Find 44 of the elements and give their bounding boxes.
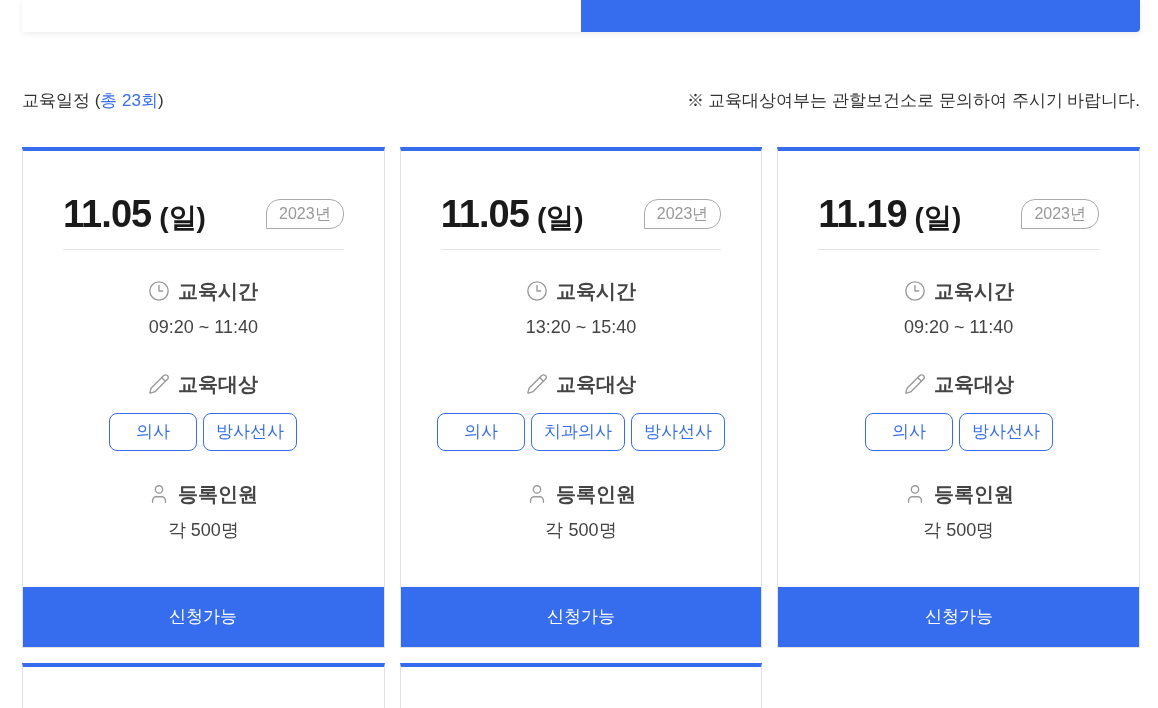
clock-icon: [526, 280, 548, 302]
tab[interactable]: [22, 0, 581, 32]
section-title: 등록인원: [933, 482, 1014, 507]
target-tag: 의사: [109, 413, 198, 451]
pencil-icon: [148, 373, 171, 395]
section-title: 교육시간: [178, 279, 259, 304]
year-badge: 2023년: [643, 199, 722, 229]
section-value: 09:20 ~ 11:40: [148, 316, 258, 339]
section-title: 교육대상: [556, 372, 636, 397]
apply-button[interactable]: 신청가능: [400, 587, 762, 647]
section-value: 09:20 ~ 11:40: [904, 316, 1014, 339]
weekday: (일): [536, 204, 584, 232]
section-title: 교육시간: [556, 279, 636, 304]
target-tag: 방사선사: [203, 413, 298, 451]
date: 11.05: [63, 195, 152, 233]
date: 11.19: [818, 195, 907, 233]
year-badge: 2023년: [1021, 199, 1099, 229]
weekday: (일): [159, 204, 206, 232]
section-title: 등록인원: [556, 482, 636, 507]
target-tag: 치과의사: [531, 413, 625, 451]
section-title: 교육시간: [933, 279, 1014, 304]
year-badge: 2023년: [266, 199, 344, 229]
pencil-icon: [903, 373, 926, 395]
section-title: 교육대상: [933, 372, 1014, 397]
target-tag: 의사: [864, 413, 953, 451]
target-tag: 방사선사: [958, 413, 1053, 451]
section-value: 각 500명: [923, 519, 995, 542]
clock-icon: [148, 280, 171, 302]
section-value: 13:20 ~ 15:40: [525, 316, 637, 339]
schedule-heading: 교육일정 (총 23회): [22, 90, 164, 113]
target-tag: 의사: [437, 413, 525, 451]
notice-text: ※ 교육대상여부는 관할보건소로 문의하여 주시기 바랍니다.: [686, 90, 1140, 113]
weekday: (일): [914, 204, 962, 232]
tab[interactable]: [581, 0, 1140, 32]
pencil-icon: [526, 373, 548, 395]
target-tag: 방사선사: [631, 413, 725, 451]
clock-icon: [903, 280, 926, 302]
section-title: 등록인원: [178, 482, 259, 507]
section-title: 교육대상: [178, 372, 259, 397]
apply-button[interactable]: 신청가능: [23, 587, 384, 647]
section-value: 각 500명: [167, 519, 239, 542]
apply-button[interactable]: 신청가능: [778, 587, 1139, 647]
section-value: 각 500명: [545, 519, 617, 542]
date: 11.05: [440, 195, 529, 233]
